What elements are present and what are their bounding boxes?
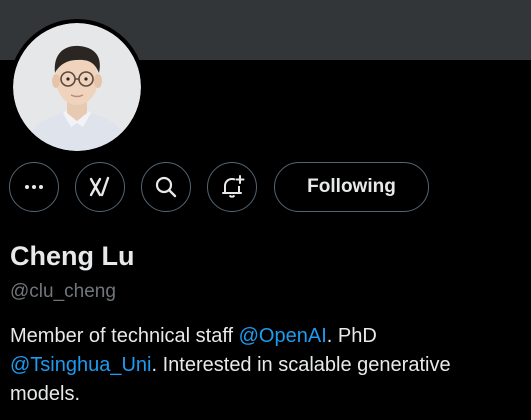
avatar[interactable]: [13, 23, 141, 151]
profile-actions: Following: [9, 162, 524, 212]
bio-text-1: Member of technical staff: [10, 325, 239, 347]
display-name: Cheng Lu: [10, 241, 135, 271]
bio-text-2: . PhD: [326, 325, 377, 347]
profile-bio: Member of technical staff @OpenAI. PhD @…: [10, 322, 520, 409]
search-button[interactable]: [141, 162, 191, 212]
following-label: Following: [307, 176, 396, 197]
mention-link-openai[interactable]: @OpenAI: [239, 325, 327, 347]
avatar-frame[interactable]: [9, 19, 145, 155]
following-button[interactable]: Following: [274, 162, 429, 212]
profile-page: Following Cheng Lu @clu_cheng Member of …: [0, 0, 531, 420]
user-handle: @clu_cheng: [10, 281, 116, 302]
notifications-button[interactable]: [207, 162, 257, 212]
more-horizontal-icon: [25, 185, 43, 189]
search-icon: [155, 176, 177, 198]
bell-plus-icon: [222, 175, 245, 198]
mention-link-tsinghua[interactable]: @Tsinghua_Uni: [10, 354, 152, 376]
more-button[interactable]: [9, 162, 59, 212]
grok-icon: [89, 176, 110, 197]
grok-button[interactable]: [75, 162, 125, 212]
